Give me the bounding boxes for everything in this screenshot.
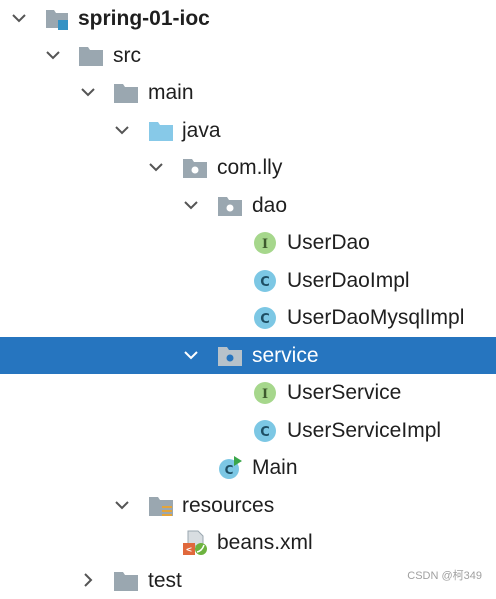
- resources-folder-icon: [148, 493, 174, 519]
- tree-node-label: UserDaoImpl: [287, 269, 410, 292]
- svg-text:<: <: [186, 545, 193, 554]
- tree-node-beans-xml[interactable]: < beans.xml: [0, 524, 496, 561]
- source-root-folder-icon: [148, 118, 174, 144]
- tree-node-label: dao: [252, 194, 288, 217]
- folder-icon: [78, 43, 104, 69]
- tree-node-userdaomysqlimpl[interactable]: C UserDaoMysqlImpl: [0, 299, 496, 336]
- tree-node-userdao[interactable]: I UserDao: [0, 224, 496, 261]
- tree-node-label: beans.xml: [217, 531, 313, 554]
- chevron-down-icon[interactable]: [182, 196, 200, 214]
- spring-xml-icon: <: [182, 530, 208, 556]
- chevron-down-icon[interactable]: [182, 346, 200, 364]
- class-icon: C: [252, 418, 278, 444]
- chevron-down-icon[interactable]: [10, 9, 28, 27]
- tree-node-label: UserService: [287, 381, 402, 404]
- tree-node-label: UserDao: [287, 231, 370, 254]
- runnable-class-icon: C: [217, 455, 243, 481]
- folder-icon: [113, 568, 139, 594]
- project-tree: spring-01-ioc src main java com.lly dao …: [0, 0, 496, 593]
- tree-node-main-class[interactable]: C Main: [0, 449, 496, 486]
- tree-node-com-lly[interactable]: com.lly: [0, 149, 496, 186]
- tree-node-label: src: [113, 44, 141, 67]
- tree-node-userdaoimpl[interactable]: C UserDaoImpl: [0, 262, 496, 299]
- tree-node-userservice[interactable]: I UserService: [0, 374, 496, 411]
- chevron-down-icon[interactable]: [79, 83, 97, 101]
- tree-node-dao[interactable]: dao: [0, 187, 496, 224]
- module-folder-icon: [44, 6, 70, 32]
- chevron-down-icon[interactable]: [147, 158, 165, 176]
- tree-node-label: java: [182, 119, 221, 142]
- tree-node-main[interactable]: main: [0, 74, 496, 111]
- svg-text:I: I: [262, 387, 268, 402]
- interface-icon: I: [252, 380, 278, 406]
- svg-text:C: C: [225, 463, 234, 477]
- class-icon: C: [252, 305, 278, 331]
- tree-node-label: service: [252, 344, 319, 367]
- tree-node-label: test: [148, 569, 182, 592]
- tree-node-src[interactable]: src: [0, 37, 496, 74]
- tree-node-resources[interactable]: resources: [0, 487, 496, 524]
- tree-node-spring-01-ioc[interactable]: spring-01-ioc: [0, 0, 496, 37]
- chevron-down-icon[interactable]: [113, 121, 131, 139]
- tree-node-userserviceimpl[interactable]: C UserServiceImpl: [0, 412, 496, 449]
- watermark: CSDN @柯349: [407, 570, 482, 582]
- tree-node-label: Main: [252, 456, 298, 479]
- folder-icon: [113, 80, 139, 106]
- package-icon: [217, 193, 243, 219]
- tree-node-label: spring-01-ioc: [78, 7, 210, 30]
- class-icon: C: [252, 268, 278, 294]
- tree-node-java[interactable]: java: [0, 112, 496, 149]
- tree-node-label: main: [148, 81, 194, 104]
- svg-text:I: I: [262, 237, 268, 252]
- svg-text:C: C: [260, 275, 270, 290]
- interface-icon: I: [252, 230, 278, 256]
- chevron-down-icon[interactable]: [113, 496, 131, 514]
- tree-node-label: resources: [182, 494, 275, 517]
- chevron-down-icon[interactable]: [44, 46, 62, 64]
- tree-node-label: UserDaoMysqlImpl: [287, 306, 465, 329]
- svg-text:C: C: [260, 425, 270, 440]
- package-icon: [217, 343, 243, 369]
- chevron-right-icon[interactable]: [79, 571, 97, 589]
- tree-node-service[interactable]: service: [0, 337, 496, 374]
- tree-node-label: UserServiceImpl: [287, 419, 442, 442]
- svg-text:C: C: [260, 312, 270, 327]
- tree-node-label: com.lly: [217, 156, 283, 179]
- package-icon: [182, 155, 208, 181]
